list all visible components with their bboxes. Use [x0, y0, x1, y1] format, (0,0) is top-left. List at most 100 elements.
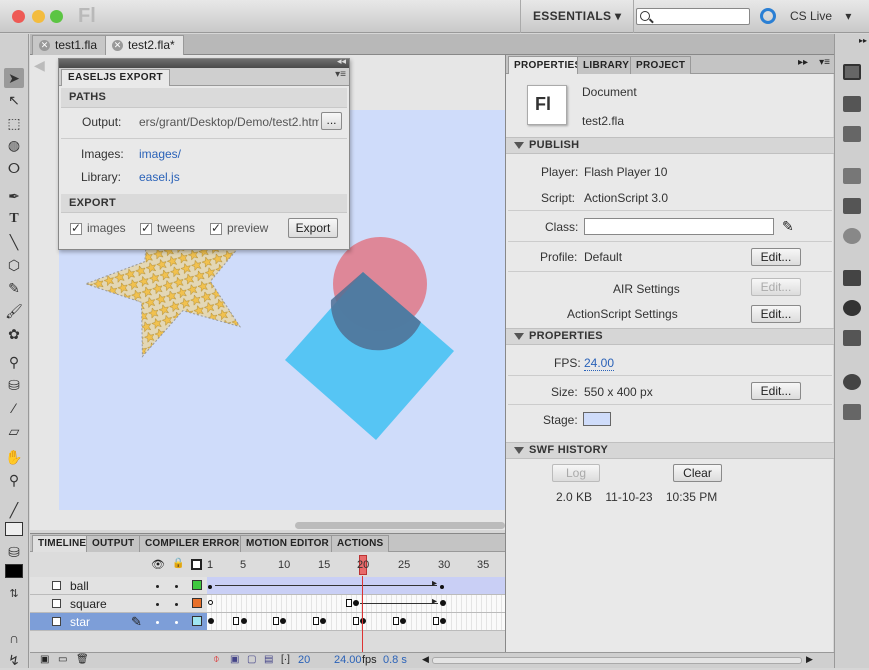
tab-project[interactable]: PROJECT [630, 56, 692, 74]
clear-button[interactable]: Clear [673, 464, 722, 482]
tab-easeljs-export[interactable]: EASELJS EXPORT [61, 69, 171, 86]
onion-skin-icon[interactable]: ▣ [230, 654, 239, 665]
air-settings-edit-button[interactable]: Edit... [751, 278, 801, 296]
keyframe[interactable] [208, 618, 214, 624]
color-panel-icon[interactable] [843, 374, 861, 390]
doc-tab-test2[interactable]: ✕ test2.fla* [105, 35, 184, 55]
tab-output[interactable]: OUTPUT [86, 535, 141, 552]
output-path-field[interactable]: ers/grant/Desktop/Demo/test2.html [139, 115, 319, 129]
keyframe[interactable] [440, 618, 446, 624]
lasso-tool-icon[interactable]: ⵔ [4, 158, 24, 178]
tab-motion-editor[interactable]: MOTION EDITOR [240, 535, 335, 552]
frame-ruler[interactable] [207, 554, 505, 576]
fps-value[interactable]: 24.00 [584, 356, 615, 371]
close-tab-icon[interactable]: ✕ [39, 40, 50, 51]
swap-colors-icon[interactable]: ⇅ [4, 584, 24, 604]
layer-outline-color[interactable] [192, 616, 202, 626]
tab-actions[interactable]: ACTIONS [331, 535, 390, 552]
lock-icon[interactable]: 🔒 [172, 558, 184, 569]
show-hide-eye-icon[interactable]: 👁 [151, 558, 165, 571]
images-path-link[interactable]: images/ [139, 147, 181, 161]
cs-live-menu[interactable]: CS Live ▾ [790, 9, 851, 23]
stroke-color-swatch[interactable] [5, 522, 23, 536]
expand-panel-icon[interactable]: ▸▸ [798, 57, 808, 68]
transform-panel-icon[interactable] [843, 330, 861, 346]
actionscript-settings-edit-button[interactable]: Edit... [751, 305, 801, 323]
modify-markers-icon[interactable]: [·] [281, 654, 290, 665]
properties-panel-icon[interactable] [843, 64, 861, 80]
delete-layer-icon[interactable]: 🗑 [76, 654, 89, 665]
new-layer-icon[interactable]: ▣ [40, 654, 49, 665]
components-icon[interactable] [843, 198, 861, 214]
visibility-dot[interactable] [156, 585, 159, 588]
library-path-link[interactable]: easel.js [139, 170, 180, 184]
snap-magnet-icon[interactable]: ∩ [4, 628, 24, 648]
timeline-fps-value[interactable]: 24.00 [334, 654, 362, 666]
tab-library[interactable]: LIBRARY [577, 56, 636, 74]
onion-outlines-icon[interactable]: ▢ [247, 654, 256, 665]
edit-class-pencil-icon[interactable]: ✎ [782, 218, 794, 235]
zoom-tool-icon[interactable]: ⚲ [4, 470, 24, 490]
brush-tool-icon[interactable]: 🖌 [4, 301, 24, 321]
code-snippets-icon[interactable] [843, 168, 861, 184]
hand-tool-icon[interactable]: ✋ [4, 447, 24, 467]
edit-multiple-frames-icon[interactable]: ▤ [264, 654, 273, 665]
3d-rotation-tool-icon[interactable]: ◍ [4, 135, 24, 155]
tab-properties[interactable]: PROPERTIES [508, 56, 588, 74]
polygon-tool-icon[interactable]: ⬡ [4, 255, 24, 275]
project-panel-icon[interactable] [843, 126, 861, 142]
scroll-left-icon[interactable]: ◀ [422, 654, 429, 665]
smooth-icon[interactable]: ↯ [4, 650, 24, 670]
images-checkbox[interactable] [70, 221, 82, 235]
keyframe[interactable] [241, 618, 247, 624]
library-panel-icon[interactable] [843, 96, 861, 112]
current-frame-value[interactable]: 20 [298, 654, 310, 666]
bone-tool-icon[interactable]: ⚲ [4, 352, 24, 372]
pencil-tool-icon[interactable]: ✎ [4, 278, 24, 298]
panel-menu-icon[interactable]: ▾≡ [335, 69, 346, 80]
paint-bucket-tool-icon[interactable]: ⛁ [4, 375, 24, 395]
subselection-tool-icon[interactable]: ↖ [4, 90, 24, 110]
lock-dot[interactable] [175, 621, 178, 624]
tab-timeline[interactable]: TIMELINE [32, 535, 93, 552]
frame-end-marker[interactable] [273, 617, 279, 625]
zoom-window-button[interactable] [50, 10, 63, 23]
close-window-button[interactable] [12, 10, 25, 23]
keyframe[interactable] [320, 618, 326, 624]
keyframe[interactable] [353, 600, 359, 606]
center-frame-icon[interactable]: ⌽ [213, 653, 220, 666]
star-frames[interactable] [207, 613, 505, 631]
layer-ball[interactable]: ball [30, 577, 207, 595]
line-tool-icon[interactable]: ╲ [4, 232, 24, 252]
empty-keyframe[interactable] [208, 600, 213, 605]
lock-dot[interactable] [175, 603, 178, 606]
export-button[interactable]: Export [288, 218, 338, 238]
square-frames[interactable]: ▸ [207, 595, 505, 613]
motion-presets-icon[interactable] [843, 228, 861, 244]
stroke-color-icon[interactable]: ╱ [4, 500, 24, 520]
keyframe[interactable] [208, 585, 212, 589]
visibility-dot[interactable] [156, 603, 159, 606]
eyedropper-tool-icon[interactable]: ⁄ [4, 398, 24, 418]
timeline-horizontal-scrollbar[interactable] [432, 657, 802, 664]
ball-frames[interactable]: ▸ [207, 577, 505, 595]
properties-section-header[interactable]: PROPERTIES [506, 328, 834, 345]
frame-end-marker[interactable] [393, 617, 399, 625]
tab-compiler-errors[interactable]: COMPILER ERRORS [139, 535, 253, 552]
layer-outline-color[interactable] [192, 598, 202, 608]
browse-output-button[interactable]: ... [321, 112, 342, 130]
profile-edit-button[interactable]: Edit... [751, 248, 801, 266]
class-input[interactable] [584, 218, 774, 235]
new-folder-icon[interactable]: ▭ [58, 654, 67, 665]
free-transform-tool-icon[interactable]: ⬚ [4, 113, 24, 133]
frame-end-marker[interactable] [313, 617, 319, 625]
publish-section-header[interactable]: PUBLISH [506, 137, 834, 154]
doc-tab-test1[interactable]: ✕ test1.fla [32, 35, 107, 55]
dock-expand-icon[interactable]: ▸▸ [837, 36, 867, 45]
fill-color-icon[interactable]: ⛁ [4, 542, 24, 562]
preview-checkbox[interactable] [210, 221, 222, 235]
scroll-right-icon[interactable]: ▶ [806, 654, 813, 665]
align-panel-icon[interactable] [843, 270, 861, 286]
minimize-window-button[interactable] [32, 10, 45, 23]
frame-end-marker[interactable] [233, 617, 239, 625]
